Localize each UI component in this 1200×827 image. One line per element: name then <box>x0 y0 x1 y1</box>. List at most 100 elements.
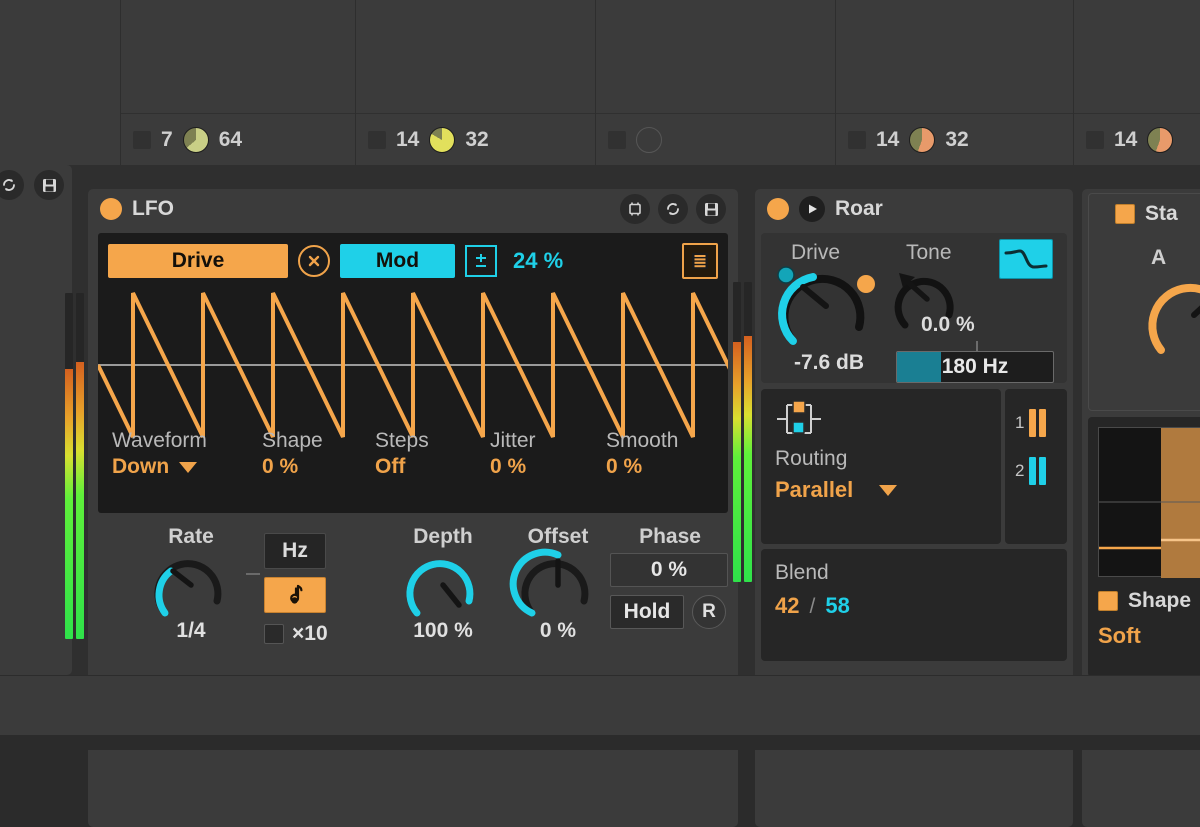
clip-slot-row[interactable] <box>596 113 835 165</box>
lfo-param-jitter[interactable]: Jitter 0 % <box>490 429 606 503</box>
list-icon[interactable] <box>682 243 718 279</box>
lfo-phase-value[interactable]: 0 % <box>610 553 728 587</box>
lfo-offset-knob[interactable] <box>503 551 613 621</box>
left-drywet-knob[interactable] <box>0 494 72 550</box>
lfo-param-shape[interactable]: Shape 0 % <box>262 429 375 503</box>
clip-slot-row[interactable]: 14 32 <box>356 113 595 165</box>
lfo-waveform-graph[interactable] <box>98 285 728 445</box>
roar-blend-values[interactable]: 42 / 58 <box>775 593 850 619</box>
clip-dial[interactable] <box>183 127 209 153</box>
save-icon[interactable] <box>696 194 726 224</box>
lfo-hold-button[interactable]: Hold <box>610 595 684 629</box>
clip-value-right[interactable]: 32 <box>945 128 968 152</box>
save-icon[interactable] <box>34 170 64 200</box>
roar-routing-label: Routing <box>775 447 847 471</box>
clip-value-left[interactable]: 14 <box>876 128 899 152</box>
lfo-rate-note-button[interactable] <box>264 577 326 613</box>
right-amount-knob[interactable] <box>1141 270 1200 366</box>
clip-value-right[interactable]: 64 <box>219 128 242 152</box>
clip-dial[interactable] <box>1147 127 1173 153</box>
roar-power-led[interactable] <box>767 198 789 220</box>
lfo-target-chip[interactable]: Drive <box>108 244 288 278</box>
routing-icon <box>775 399 823 444</box>
lowpass-curve-icon[interactable] <box>999 239 1053 279</box>
roar-blend-value-b[interactable]: 58 <box>825 593 849 619</box>
lfo-param-steps-label: Steps <box>375 429 490 453</box>
clip-value-left[interactable]: 7 <box>161 128 173 152</box>
clip-value-right[interactable]: 32 <box>465 128 488 152</box>
roar-drive-knob[interactable] <box>773 261 883 357</box>
stop-clip-button[interactable] <box>848 131 866 149</box>
stage-enable-led[interactable] <box>1115 204 1135 224</box>
left-softclip-value-wrap[interactable]: f <box>0 293 72 320</box>
shape-enable-led[interactable] <box>1098 591 1118 611</box>
session-column[interactable]: 7 64 <box>120 0 355 165</box>
roar-blend-value-a[interactable]: 42 <box>775 593 799 619</box>
bottom-strip <box>0 675 1200 735</box>
lfo-mod-amount[interactable]: 24 % <box>513 248 563 274</box>
clip-slot-row[interactable]: 14 32 <box>836 113 1073 165</box>
roar-tone-frequency[interactable]: 180 Hz <box>896 351 1054 383</box>
lfo-rate-label: Rate <box>136 525 246 549</box>
lfo-rate-knob[interactable] <box>136 551 246 621</box>
clip-dial[interactable] <box>636 127 662 153</box>
lfo-mod-chip[interactable]: Mod <box>340 244 455 278</box>
right-shape-value[interactable]: Soft <box>1098 623 1141 649</box>
chevron-down-icon[interactable] <box>879 485 897 496</box>
lfo-x10-row[interactable]: ×10 <box>264 622 368 646</box>
plus-minus-icon[interactable] <box>465 245 497 277</box>
chevron-down-icon[interactable] <box>179 462 197 473</box>
lfo-param-smooth-value[interactable]: 0 % <box>606 455 642 479</box>
session-column[interactable] <box>595 0 835 165</box>
sync-icon[interactable] <box>0 170 24 200</box>
lfo-retrigger-button[interactable]: R <box>692 595 726 629</box>
lfo-param-steps-value[interactable]: Off <box>375 455 405 479</box>
stop-clip-button[interactable] <box>133 131 151 149</box>
lfo-param-shape-value[interactable]: 0 % <box>262 455 298 479</box>
lfo-x10-checkbox[interactable] <box>264 624 284 644</box>
clip-value-left[interactable]: 14 <box>1114 128 1137 152</box>
lfo-offset-value[interactable]: 0 % <box>503 619 613 643</box>
left-softclip-label: : Clip <box>0 265 72 289</box>
roar-stage-1-bar-b <box>1039 409 1046 437</box>
left-output-knob[interactable] <box>0 370 72 426</box>
lfo-rate-mode: Hz ×10 <box>258 533 368 646</box>
lfo-param-waveform-value-wrap[interactable]: Down <box>112 455 262 479</box>
roar-routing-value: Parallel <box>775 477 853 503</box>
right-shape-header[interactable]: Shape <box>1098 589 1191 613</box>
close-icon[interactable] <box>298 245 330 277</box>
sync-icon[interactable] <box>658 194 688 224</box>
lfo-param-jitter-value[interactable]: 0 % <box>490 455 526 479</box>
play-icon[interactable] <box>799 196 825 222</box>
roar-tone-value[interactable]: 0.0 % <box>921 313 1041 337</box>
stop-clip-button[interactable] <box>1086 131 1104 149</box>
lfo-depth-knob[interactable] <box>388 551 498 621</box>
clip-dial[interactable] <box>429 127 455 153</box>
lfo-rate-hz-button[interactable]: Hz <box>264 533 326 569</box>
clip-value-left[interactable]: 14 <box>396 128 419 152</box>
lfo-param-steps[interactable]: Steps Off <box>375 429 490 503</box>
roar-stage-2[interactable]: 2 <box>1015 457 1046 485</box>
left-drywet-value: 0 % <box>0 550 72 574</box>
lfo-param-smooth[interactable]: Smooth 0 % <box>606 429 726 503</box>
lfo-depth-value[interactable]: 100 % <box>388 619 498 643</box>
session-column[interactable] <box>0 0 120 165</box>
hardware-icon[interactable] <box>620 194 650 224</box>
right-shape-graph[interactable] <box>1098 427 1200 577</box>
lfo-parameter-row: Waveform Down Shape 0 % Steps Off <box>112 429 718 503</box>
right-stage-header[interactable]: Sta <box>1115 202 1178 226</box>
clip-slot-row[interactable]: 7 64 <box>121 113 355 165</box>
roar-stage-1[interactable]: 1 <box>1015 409 1046 437</box>
roar-drive-value[interactable]: -7.6 dB <box>765 351 893 375</box>
session-column[interactable]: 14 32 <box>835 0 1073 165</box>
clip-dial[interactable] <box>909 127 935 153</box>
roar-routing-value-wrap[interactable]: Parallel <box>775 477 897 503</box>
stop-clip-button[interactable] <box>608 131 626 149</box>
stop-clip-button[interactable] <box>368 131 386 149</box>
session-column[interactable]: 14 <box>1073 0 1200 165</box>
lfo-power-led[interactable] <box>100 198 122 220</box>
lfo-param-waveform[interactable]: Waveform Down <box>112 429 262 503</box>
clip-slot-row[interactable]: 14 <box>1074 113 1200 165</box>
lfo-rate-value[interactable]: 1/4 <box>136 619 246 643</box>
session-column[interactable]: 14 32 <box>355 0 595 165</box>
